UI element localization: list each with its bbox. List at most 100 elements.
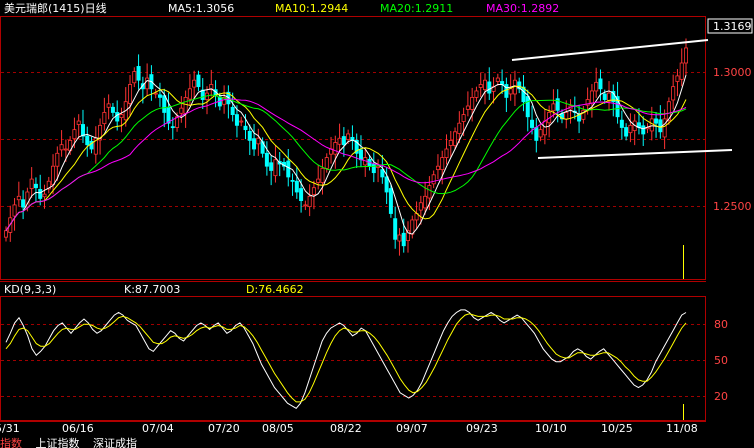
candle-up <box>12 204 17 217</box>
candle-down <box>384 176 389 193</box>
candle-up <box>311 187 316 195</box>
date-label: 07/04 <box>142 422 174 435</box>
candle-up <box>495 77 500 82</box>
candle-up <box>538 129 543 138</box>
candle-down <box>487 81 492 94</box>
candle-up <box>187 88 192 100</box>
candle-up <box>128 84 133 104</box>
candle-up <box>564 112 569 120</box>
lower-trendline[interactable] <box>537 149 733 159</box>
candle-up <box>397 234 402 242</box>
candle-down <box>534 127 539 141</box>
candle-down <box>110 106 115 113</box>
candle-down <box>602 93 607 100</box>
date-label: 09/07 <box>396 422 428 435</box>
date-label: 09/23 <box>466 422 498 435</box>
candle-up <box>418 202 423 211</box>
candle-up <box>594 81 599 92</box>
candle-up <box>102 112 107 125</box>
candle-up <box>457 122 462 134</box>
candle-down <box>234 114 239 126</box>
candle-down <box>136 66 141 81</box>
candlestick-series <box>4 38 689 256</box>
index-item[interactable]: 指数 <box>0 438 22 448</box>
daily-kline-chart[interactable]: 美元瑞郎(1415)日线 MA5:1.3056 MA10:1.2944 MA20… <box>0 0 754 448</box>
candle-down <box>619 119 624 128</box>
date-label: 11/08 <box>666 422 698 435</box>
candle-up <box>307 195 312 208</box>
candle-up <box>320 167 325 183</box>
candle-up <box>55 152 60 167</box>
ma10-label: MA10:1.2944 <box>275 2 348 15</box>
ma5-label: MA5:1.3056 <box>168 2 234 15</box>
candle-up <box>145 77 150 90</box>
price-tick-label: 1.2500 <box>713 200 752 213</box>
candle-up <box>551 103 556 112</box>
candle-up <box>119 114 124 119</box>
current-price-label: 1.3169 <box>713 20 752 33</box>
kd-panel-frame <box>0 296 706 421</box>
candle-up <box>273 159 278 177</box>
moving-average-lines <box>5 74 687 235</box>
candle-up <box>628 124 633 134</box>
candle-up <box>482 79 487 91</box>
candle-up <box>106 103 111 108</box>
kd-tick-label: 20 <box>714 390 728 403</box>
d-line <box>5 313 687 403</box>
candle-up <box>435 165 440 171</box>
candle-up <box>239 120 244 123</box>
ma20-label: MA20:1.2911 <box>380 2 453 15</box>
candle-down <box>624 127 629 137</box>
candle-down <box>598 78 603 90</box>
candle-up <box>508 88 513 95</box>
kd-k-value: K:87.7003 <box>124 283 180 296</box>
candle-up <box>42 193 47 198</box>
date-label: 07/20 <box>208 422 240 435</box>
candle-up <box>474 90 479 98</box>
candle-up <box>440 157 445 171</box>
candle-down <box>196 74 201 88</box>
candle-down <box>341 136 346 146</box>
date-label: 08/05 <box>262 422 294 435</box>
candle-up <box>470 97 475 110</box>
candle-down <box>264 152 269 167</box>
candle-up <box>465 105 470 110</box>
chart-title: 美元瑞郎(1415)日线 <box>4 1 107 15</box>
candle-down <box>157 94 162 98</box>
kd-tick-label: 80 <box>714 318 728 331</box>
date-label: 5/31 <box>0 422 20 435</box>
candle-down <box>380 169 385 178</box>
candle-down <box>530 119 535 128</box>
candle-down <box>654 118 659 124</box>
upper-trendline[interactable] <box>511 39 709 61</box>
candle-down <box>115 112 120 122</box>
date-label: 06/16 <box>62 422 94 435</box>
candle-up <box>333 142 338 155</box>
candle-up <box>671 86 676 101</box>
candle-up <box>316 178 321 183</box>
date-label: 08/22 <box>330 422 362 435</box>
candle-down <box>393 218 398 240</box>
candle-down <box>85 135 90 146</box>
candle-down <box>243 125 248 131</box>
index-item[interactable]: 上证指数 <box>36 438 80 448</box>
index-item[interactable]: 深证成指 <box>93 438 137 448</box>
candle-down <box>299 188 304 201</box>
candle-up <box>589 90 594 104</box>
candle-down <box>358 149 363 161</box>
candle-up <box>51 165 56 186</box>
candle-up <box>423 195 428 209</box>
candle-up <box>431 174 436 185</box>
candle-up <box>542 120 547 136</box>
candle-up <box>192 79 197 88</box>
candle-up <box>675 75 680 82</box>
candle-up <box>461 114 466 122</box>
kd-d-value: D:76.4662 <box>246 283 304 296</box>
candle-down <box>80 124 85 137</box>
bottom-index-bar: 指数 上证指数 深证成指 <box>0 437 754 448</box>
ma30-label: MA30:1.2892 <box>486 2 559 15</box>
candle-up <box>183 97 188 114</box>
candle-up <box>72 129 77 140</box>
candle-down <box>286 160 291 178</box>
candle-up <box>649 118 654 132</box>
